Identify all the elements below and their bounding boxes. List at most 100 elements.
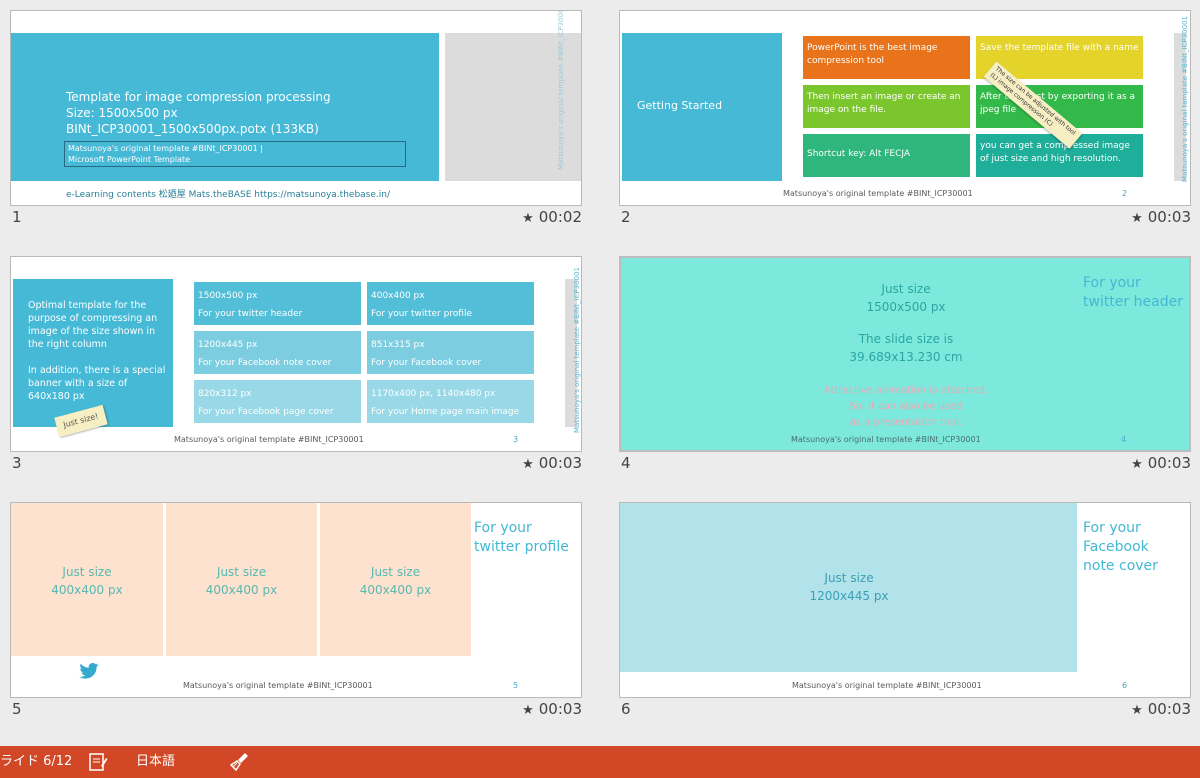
panel-dims: 400x400 px — [205, 583, 278, 597]
title-text: Template for image compression processin… — [66, 89, 331, 137]
template-info-box: Matsunoya's original template #BINt_ICP3… — [64, 141, 406, 167]
slide-cell-4: Just size 1500x500 px The slide size is … — [619, 256, 1191, 492]
tile-light-green: Then insert an image or create an image … — [803, 85, 970, 128]
panel-dims: 400x400 px — [359, 583, 432, 597]
size-tile: 400x400 px For your twitter profile — [367, 282, 534, 325]
slide-footer: e-Learning contents 松廼屋 Mats.theBASE htt… — [66, 190, 391, 200]
tile-size: 400x400 px — [371, 291, 425, 301]
slide-number: 4 — [621, 454, 631, 472]
twitter-bird-icon — [79, 663, 99, 679]
timing-value: 00:03 — [538, 700, 582, 718]
slide-thumbnail-5[interactable]: Just size 400x400 px Just size 400x400 p… — [10, 502, 582, 698]
page-number: 4 — [1121, 435, 1127, 444]
slide-thumbnail-6[interactable]: Just size 1200x445 px For your Facebook … — [619, 502, 1191, 698]
tile-use: For your Facebook cover — [371, 358, 482, 368]
star-icon: ★ — [522, 703, 534, 718]
description-text: Optimal template for the purpose of comp… — [28, 300, 166, 402]
slide-footer: Matsunoya's original template #BINt_ICP3… — [792, 681, 982, 690]
slide-sorter: Template for image compression processin… — [0, 0, 1200, 746]
dims-text: 1200x445 px — [809, 589, 889, 603]
caption-line: For your — [1083, 520, 1141, 536]
slide-thumbnail-1[interactable]: Template for image compression processin… — [10, 10, 582, 206]
slide-cell-6: Just size 1200x445 px For your Facebook … — [619, 502, 1191, 738]
tile-use: For your twitter header — [198, 309, 303, 319]
size-tile: 1170x400 px, 1140x480 px For your Home pa… — [367, 380, 534, 423]
tile-use: For your Facebook page cover — [198, 407, 334, 417]
star-icon: ★ — [1131, 211, 1143, 226]
slide-indicator: ライド 6/12 — [0, 754, 73, 769]
slide-thumbnail-4[interactable]: Just size 1500x500 px The slide size is … — [619, 256, 1191, 452]
slide-number: 3 — [12, 454, 22, 472]
getting-started-label: Getting Started — [637, 99, 723, 112]
caption-line: Facebook — [1083, 539, 1149, 555]
size-tile: 820x312 px For your Facebook page cover — [194, 380, 361, 423]
timing-value: 00:03 — [1147, 454, 1191, 472]
slide-cell-2: Getting Started PowerPoint is the best i… — [619, 10, 1191, 246]
tile-shortcut: Shortcut key: Alt FECJA — [803, 134, 970, 177]
timing-value: 00:02 — [538, 208, 582, 226]
panel-label: Just size 400x400 px — [166, 563, 317, 599]
page-number: 3 — [513, 435, 519, 444]
slide-timing: ★ 00:03 — [1131, 700, 1191, 718]
panel-title: Just size — [62, 565, 112, 579]
vertical-label: Matsunoya's original template #BINt_ICP3… — [557, 10, 565, 170]
tile-orange: PowerPoint is the best image compression… — [803, 36, 970, 79]
slide-cell-3: Optimal template for the purpose of comp… — [10, 256, 582, 492]
animation-note: Attractive animation is attached. So, it… — [791, 383, 1021, 431]
note-line: Attractive animation is attached. — [823, 385, 989, 396]
size-block: Just size 1500x500 px — [791, 280, 1021, 316]
tile-size: 851x315 px — [371, 340, 425, 350]
title-line: Template for image compression processin… — [66, 90, 331, 104]
slide-number: 1 — [12, 208, 22, 226]
panel-title: Just size — [216, 565, 267, 579]
slide-size-value: 39.689x13.230 cm — [849, 350, 963, 364]
slide-cell-5: Just size 400x400 px Just size 400x400 p… — [10, 502, 582, 738]
slide-timing: ★ 00:03 — [1131, 454, 1191, 472]
slide-timing: ★ 00:03 — [522, 700, 582, 718]
tile-use: For your Home page main image — [371, 407, 520, 417]
just-size-text: Just size — [824, 571, 874, 585]
language-indicator[interactable]: 日本語 — [136, 746, 175, 778]
slide-footer: Matsunoya's original template #BINt_ICP3… — [783, 189, 973, 198]
caption-line: For your — [474, 520, 532, 536]
box-line: Matsunoya's original template #BINt_ICP3… — [68, 144, 263, 153]
slide-timing: ★ 00:03 — [522, 454, 582, 472]
panel-label: Just size 400x400 px — [11, 563, 163, 599]
vertical-label: Matsunoya's original template #BINt_ICP3… — [573, 267, 581, 433]
slide-number: 5 — [12, 700, 22, 718]
page-number: 2 — [1122, 189, 1128, 198]
title-line: Size: 1500x500 px — [66, 106, 178, 120]
slide-size-label: The slide size is — [858, 332, 954, 346]
side-caption: For your Facebook note cover — [1083, 519, 1158, 576]
star-icon: ★ — [522, 211, 534, 226]
star-icon: ★ — [1131, 703, 1143, 718]
timing-value: 00:03 — [1147, 700, 1191, 718]
just-size-text: Just size — [881, 282, 931, 296]
slide-number: 2 — [621, 208, 631, 226]
tile-size: 1170x400 px, 1140x480 px — [371, 389, 496, 399]
slide-cell-1: Template for image compression processin… — [10, 10, 582, 246]
note-line: as a presentation tool. — [849, 417, 963, 428]
tile-size: 820x312 px — [198, 389, 252, 399]
dims-text: 1500x500 px — [866, 300, 946, 314]
broom-icon[interactable] — [229, 746, 252, 778]
slide-footer: Matsunoya's original template #BINt_ICP3… — [183, 681, 373, 690]
note-line: So, it can also be used — [849, 401, 963, 412]
size-block: Just size 1200x445 px — [734, 569, 964, 605]
star-icon: ★ — [522, 457, 534, 472]
tile-use: For your twitter profile — [371, 309, 472, 319]
slide-footer: Matsunoya's original template #BINt_ICP3… — [174, 435, 364, 444]
tile-size: 1200x445 px — [198, 340, 258, 350]
side-caption: For your twitter header — [1083, 274, 1183, 312]
caption-line: twitter profile — [474, 539, 569, 555]
slide-timing: ★ 00:03 — [1131, 208, 1191, 226]
slide-thumbnail-2[interactable]: Getting Started PowerPoint is the best i… — [619, 10, 1191, 206]
vertical-label: Matsunoya's original template #BINt_ICP3… — [1181, 16, 1189, 182]
slide-thumbnail-3[interactable]: Optimal template for the purpose of comp… — [10, 256, 582, 452]
slide-timing: ★ 00:02 — [522, 208, 582, 226]
size-tile: 1200x445 px For your Facebook note cover — [194, 331, 361, 374]
tile-use: For your Facebook note cover — [198, 358, 332, 368]
notes-icon[interactable] — [88, 746, 110, 778]
star-icon: ★ — [1131, 457, 1143, 472]
size-tile: 851x315 px For your Facebook cover — [367, 331, 534, 374]
